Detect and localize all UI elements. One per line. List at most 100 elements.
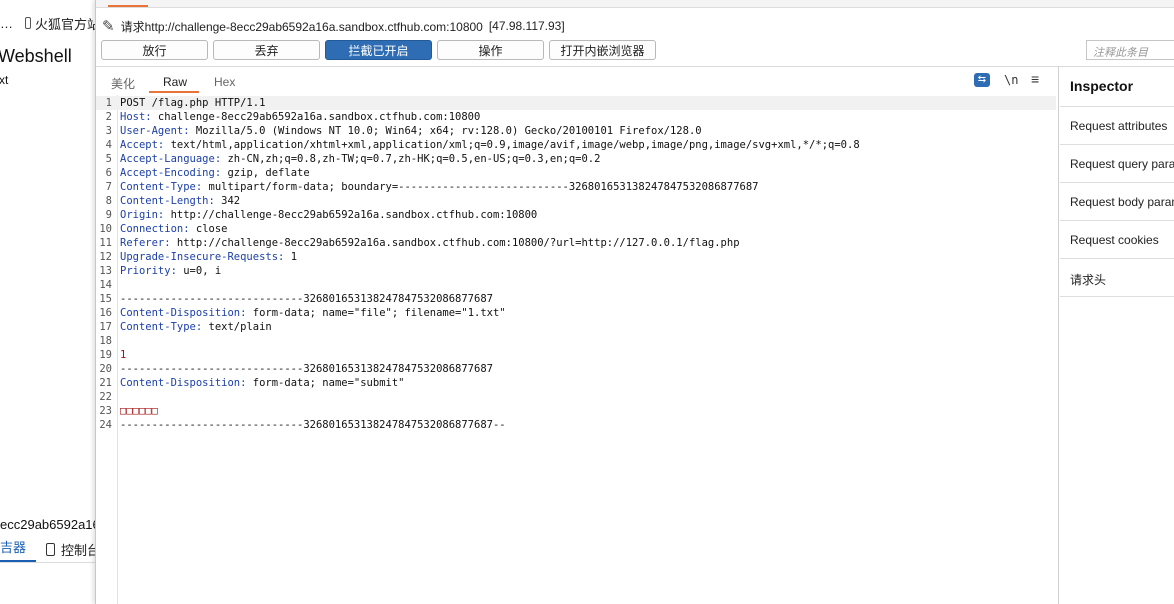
header-name: Host: [120,111,152,123]
intercept-toggle-button[interactable]: 拦截已开启 [325,40,432,60]
code-line[interactable]: 2 Host: challenge-8ecc29ab6592a16a.sandbo… [96,110,1056,124]
body-value: 1 [120,349,127,361]
line-number: 10 [99,223,112,235]
line-number: 15 [99,293,112,305]
devtools-tab-inspector[interactable]: 吉器 [0,536,37,562]
word-wrap-icon[interactable]: ⇆ [974,73,990,87]
code-line[interactable]: 8 Content-Length: 342 [96,194,1056,208]
line-value: gzip, deflate [221,167,310,179]
line-value: http://challenge-8ecc29ab6592a16a.sandbo… [164,209,538,221]
line-number: 24 [99,419,112,431]
line-text: Priority: u=0, i [120,264,221,278]
line-text: Origin: http://challenge-8ecc29ab6592a16… [120,208,537,222]
header-name: Content-Length: [120,195,215,207]
code-line[interactable]: 18 [96,334,1056,348]
inspector-request-headers[interactable]: 请求头 [1060,258,1174,296]
header-name: Accept: [120,139,165,151]
action-button[interactable]: 操作 [437,40,544,60]
code-line[interactable]: 22 [96,390,1056,404]
code-line[interactable]: 16 Content-Disposition: form-data; name="… [96,306,1056,320]
bookmark-folder-label[interactable]: 火狐官方站 [35,14,100,33]
tab-pretty[interactable]: 美化 [111,75,135,92]
inspector-row-label: Request cookies [1070,233,1159,247]
code-line[interactable]: 14 [96,278,1056,292]
hamburger-menu-icon[interactable]: ≡ [1031,71,1039,87]
code-line[interactable]: 9 Origin: http://challenge-8ecc29ab6592a1… [96,208,1056,222]
code-line[interactable]: 6 Accept-Encoding: gzip, deflate [96,166,1056,180]
line-number: 17 [99,321,112,333]
code-line[interactable]: 12 Upgrade-Insecure-Requests: 1 [96,250,1056,264]
code-line[interactable]: 23 □□□□□□ [96,404,1056,418]
line-text: □□□□□□ [120,404,158,418]
code-line[interactable]: 20 -----------------------------326801653… [96,362,1056,376]
open-browser-button[interactable]: 打开内嵌浏览器 [549,40,656,60]
line-number: 14 [99,279,112,291]
line-number: 11 [99,237,112,249]
line-number: 9 [105,209,112,221]
header-name: Accept-Language: [120,153,222,165]
code-line[interactable]: 11 Referer: http://challenge-8ecc29ab6592… [96,236,1056,250]
tab-hex[interactable]: Hex [214,75,235,89]
line-number: 3 [105,125,112,137]
code-line[interactable]: 10 Connection: close [96,222,1056,236]
line-text: Content-Type: text/plain [120,320,272,334]
message-editor[interactable]: 美化 Raw Hex ⇆ \n ≡ 1 POST /flag.php HTTP/1… [96,67,1059,604]
bookmark-overflow[interactable]: … [0,16,13,31]
code-line[interactable]: 19 1 [96,348,1056,362]
comment-input[interactable]: 注释此条目 [1086,40,1174,60]
tab-raw[interactable]: Raw [163,75,187,89]
line-number: 13 [99,265,112,277]
line-text: 1 [120,348,126,362]
bookmarks-bar: … 火狐官方站 [0,10,100,36]
line-text: Host: challenge-8ecc29ab6592a16a.sandbox… [120,110,480,124]
line-text: Referer: http://challenge-8ecc29ab6592a1… [120,236,740,250]
inspector-divider [1060,296,1174,297]
code-line[interactable]: 4 Accept: text/html,application/xhtml+xml… [96,138,1056,152]
line-number: 2 [105,111,112,123]
code-line[interactable]: 3 User-Agent: Mozilla/5.0 (Windows NT 10.… [96,124,1056,138]
body-value: □□□□□□ [120,405,158,417]
line-value: -----------------------------32680165313… [120,363,493,375]
line-value: form-data; name="file"; filename="1.txt" [246,307,506,319]
drop-button[interactable]: 丢弃 [213,40,320,60]
code-line[interactable]: 24 -----------------------------326801653… [96,418,1056,432]
line-value: u=0, i [176,265,222,277]
folder-icon [25,17,31,29]
pencil-icon[interactable]: ✎ [102,17,115,35]
header-name: Accept-Encoding: [120,167,222,179]
code-line[interactable]: 1 POST /flag.php HTTP/1.1 [96,96,1056,110]
line-number: 8 [105,195,112,207]
line-text: -----------------------------32680165313… [120,362,493,376]
forward-button[interactable]: 放行 [101,40,208,60]
header-name: Priority: [120,265,177,277]
code-line[interactable]: 7 Content-Type: multipart/form-data; boun… [96,180,1056,194]
line-number: 22 [99,391,112,403]
inspector-request-cookies[interactable]: Request cookies [1060,220,1174,258]
inspector-request-attributes[interactable]: Request attributes [1060,106,1174,144]
code-line[interactable]: 13 Priority: u=0, i [96,264,1056,278]
inspector-request-body[interactable]: Request body parameters [1060,182,1174,220]
code-line[interactable]: 17 Content-Type: text/plain [96,320,1056,334]
line-text: Upgrade-Insecure-Requests: 1 [120,250,297,264]
line-text: -----------------------------32680165313… [120,418,506,432]
line-value: -----------------------------32680165313… [120,293,493,305]
code-line[interactable]: 5 Accept-Language: zh-CN,zh;q=0.8,zh-TW;q… [96,152,1056,166]
line-text: Accept-Encoding: gzip, deflate [120,166,310,180]
code-line[interactable]: 15 -----------------------------326801653… [96,292,1056,306]
line-number: 16 [99,307,112,319]
devtools-tabs: 吉器 控制台 [0,536,100,563]
inspector-request-query[interactable]: Request query parameters [1060,144,1174,182]
newline-toggle-icon[interactable]: \n [1004,73,1018,87]
view-tabs: 美化 Raw Hex ⇆ \n ≡ [96,67,1058,93]
request-ip: [47.98.117.93] [488,19,565,33]
burp-intercept-window: ✎ 请求http://challenge-8ecc29ab6592a16a.sa… [95,0,1174,604]
inspector-title: Inspector [1070,78,1134,94]
inspector-row-label: Request body parameters [1070,195,1174,209]
line-text: Content-Disposition: form-data; name="fi… [120,306,506,320]
active-tab-indicator [108,5,148,7]
code-line[interactable]: 21 Content-Disposition: form-data; name="… [96,376,1056,390]
line-text: Accept: text/html,application/xhtml+xml,… [120,138,860,152]
console-icon [46,542,55,556]
request-code[interactable]: 1 POST /flag.php HTTP/1.1 2 Host: challenge… [96,96,1056,432]
background-browser-window: … 火狐官方站 Webshell xt ecc29ab6592a16a. 吉器 … [0,0,111,604]
